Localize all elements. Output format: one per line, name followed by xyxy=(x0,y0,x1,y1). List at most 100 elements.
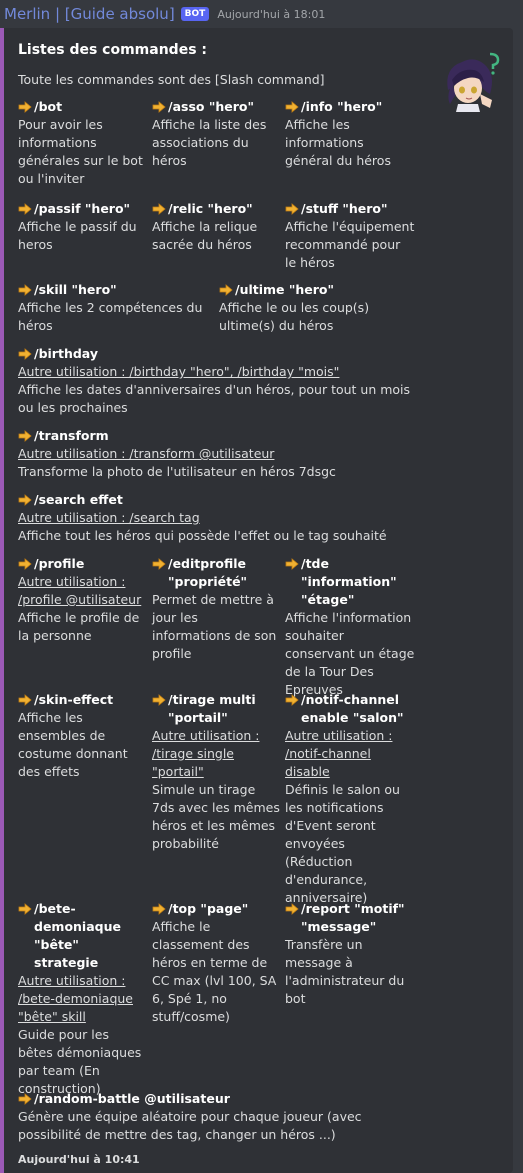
command-name: /top "page" xyxy=(152,900,280,918)
command-name-text: /ultime "hero" xyxy=(235,282,335,297)
command-name: /notif-channel enable "salon" xyxy=(285,691,415,727)
arrow-right-icon xyxy=(285,555,299,570)
arrow-right-icon xyxy=(18,555,32,570)
command-name-text: /bete-demoniaque "bête" strategie xyxy=(34,901,121,970)
command-field: /random-battle @utilisateur Génère une éq… xyxy=(18,1090,418,1144)
command-description: Affiche la liste des associations du hér… xyxy=(152,117,267,168)
command-name: /tde "information" "étage" xyxy=(285,555,415,609)
anime-character-avatar-icon xyxy=(447,52,500,112)
command-name: /birthday xyxy=(18,345,418,363)
command-name-text: /transform xyxy=(34,428,109,443)
embed-footer: Aujourd'hui à 10:41 xyxy=(18,1153,140,1166)
command-name: /search effet xyxy=(18,491,418,509)
command-description: Simule un tirage 7ds avec les mêmes héro… xyxy=(152,782,280,851)
command-field: /profile Autre utilisation : /profile @ut… xyxy=(18,555,146,645)
arrow-right-icon xyxy=(18,345,32,360)
command-name-text: /birthday xyxy=(34,346,98,361)
command-description: Affiche les 2 compétences du héros xyxy=(18,300,203,333)
arrow-right-icon xyxy=(219,281,233,296)
command-name: /profile xyxy=(18,555,146,573)
command-description: Transforme la photo de l'utilisateur en … xyxy=(18,464,336,479)
command-name: /relic "hero" xyxy=(152,200,280,218)
command-description: Transfère un message à l'administrateur … xyxy=(285,937,405,1006)
command-description: Pour avoir les informations générales su… xyxy=(18,117,143,186)
arrow-right-icon xyxy=(18,427,32,442)
command-name: /passif "hero" xyxy=(18,200,146,218)
author-name[interactable]: Merlin | [Guide absolu] xyxy=(4,5,175,23)
arrow-right-icon xyxy=(152,691,166,706)
arrow-right-icon xyxy=(18,491,32,506)
command-name-text: /search effet xyxy=(34,492,123,507)
command-field: /birthday Autre utilisation : /birthday "… xyxy=(18,345,418,417)
command-description: Permet de mettre à jour les informations… xyxy=(152,592,277,661)
command-description: Affiche le profile de la personne xyxy=(18,610,140,643)
command-field: /skin-effect Affiche les ensembles de cos… xyxy=(18,691,146,781)
command-name: /stuff "hero" xyxy=(285,200,415,218)
embed-description: Toute les commandes sont des [Slash comm… xyxy=(18,72,325,87)
command-name-text: /report "motif" "message" xyxy=(301,901,405,934)
arrow-right-icon xyxy=(285,900,299,915)
bot-badge: BOT xyxy=(180,7,210,21)
command-usage: Autre utilisation : /search tag xyxy=(18,510,200,525)
command-name: /skill "hero" xyxy=(18,281,208,299)
command-name: /transform xyxy=(18,427,418,445)
arrow-right-icon xyxy=(18,281,32,296)
command-field: /asso "hero" Affiche la liste des associa… xyxy=(152,98,280,170)
command-description: Affiche le ou les coup(s) ultime(s) du h… xyxy=(219,300,370,333)
command-field: /ultime "hero" Affiche le ou les coup(s) … xyxy=(219,281,415,335)
command-name: /editprofile "propriété" xyxy=(152,555,280,591)
arrow-right-icon xyxy=(285,200,299,215)
command-name-text: /skin-effect xyxy=(34,692,114,707)
command-field: /transform Autre utilisation : /transform… xyxy=(18,427,418,481)
command-name-text: /tde "information" "étage" xyxy=(301,556,397,607)
command-name-text: /profile xyxy=(34,556,85,571)
arrow-right-icon xyxy=(18,98,32,113)
command-name-text: /tirage multi "portail" xyxy=(168,692,256,725)
arrow-right-icon xyxy=(285,98,299,113)
command-name: /bete-demoniaque "bête" strategie xyxy=(18,900,146,972)
command-field: /bete-demoniaque "bête" strategie Autre u… xyxy=(18,900,146,1098)
arrow-right-icon xyxy=(18,691,32,706)
command-name: /info "hero" xyxy=(285,98,415,116)
arrow-right-icon xyxy=(152,900,166,915)
command-name: /tirage multi "portail" xyxy=(152,691,280,727)
command-description: Affiche l'information souhaiter conserva… xyxy=(285,610,415,697)
arrow-right-icon xyxy=(285,691,299,706)
command-field: /top "page" Affiche le classement des hér… xyxy=(152,900,280,1026)
command-name-text: /bot xyxy=(34,99,63,114)
command-field: /relic "hero" Affiche la relique sacrée d… xyxy=(152,200,280,254)
command-name: /report "motif" "message" xyxy=(285,900,415,936)
command-field: /report "motif" "message" Transfère un me… xyxy=(285,900,415,1008)
command-field: /info "hero" Affiche les informations gén… xyxy=(285,98,415,170)
command-description: Définis le salon ou les notifications d'… xyxy=(285,782,400,905)
command-field: /bot Pour avoir les informations générale… xyxy=(18,98,146,188)
command-field: /notif-channel enable "salon" Autre utili… xyxy=(285,691,415,907)
arrow-right-icon xyxy=(18,900,32,915)
command-name-text: /stuff "hero" xyxy=(301,201,388,216)
command-name-text: /info "hero" xyxy=(301,99,383,114)
arrow-right-icon xyxy=(152,98,166,113)
command-name-text: /passif "hero" xyxy=(34,201,131,216)
command-usage: Autre utilisation : /notif-channel disab… xyxy=(285,728,393,779)
command-usage: Autre utilisation : /bete-demoniaque "bê… xyxy=(18,973,133,1024)
character-thumbnail[interactable] xyxy=(438,50,502,114)
command-name-text: /skill "hero" xyxy=(34,282,117,297)
command-description: Affiche les informations général du héro… xyxy=(285,117,391,168)
command-field: /tirage multi "portail" Autre utilisation… xyxy=(152,691,280,853)
command-name-text: /editprofile "propriété" xyxy=(168,556,248,589)
command-field: /passif "hero" Affiche le passif du heros xyxy=(18,200,146,254)
command-field: /skill "hero" Affiche les 2 compétences d… xyxy=(18,281,208,335)
command-name: /bot xyxy=(18,98,146,116)
command-name: /random-battle @utilisateur xyxy=(18,1090,418,1108)
command-description: Génère une équipe aléatoire pour chaque … xyxy=(18,1109,362,1142)
command-name-text: /top "page" xyxy=(168,901,249,916)
command-name-text: /relic "hero" xyxy=(168,201,253,216)
command-description: Affiche le passif du heros xyxy=(18,219,137,252)
command-description: Affiche le classement des héros en terme… xyxy=(152,919,277,1024)
command-field: /editprofile "propriété" Permet de mettre… xyxy=(152,555,280,663)
command-name-text: /notif-channel enable "salon" xyxy=(301,692,404,725)
command-name: /ultime "hero" xyxy=(219,281,415,299)
arrow-right-icon xyxy=(152,200,166,215)
command-description: Affiche tout les héros qui possède l'eff… xyxy=(18,528,387,543)
command-usage: Autre utilisation : /birthday "hero", /b… xyxy=(18,364,340,379)
